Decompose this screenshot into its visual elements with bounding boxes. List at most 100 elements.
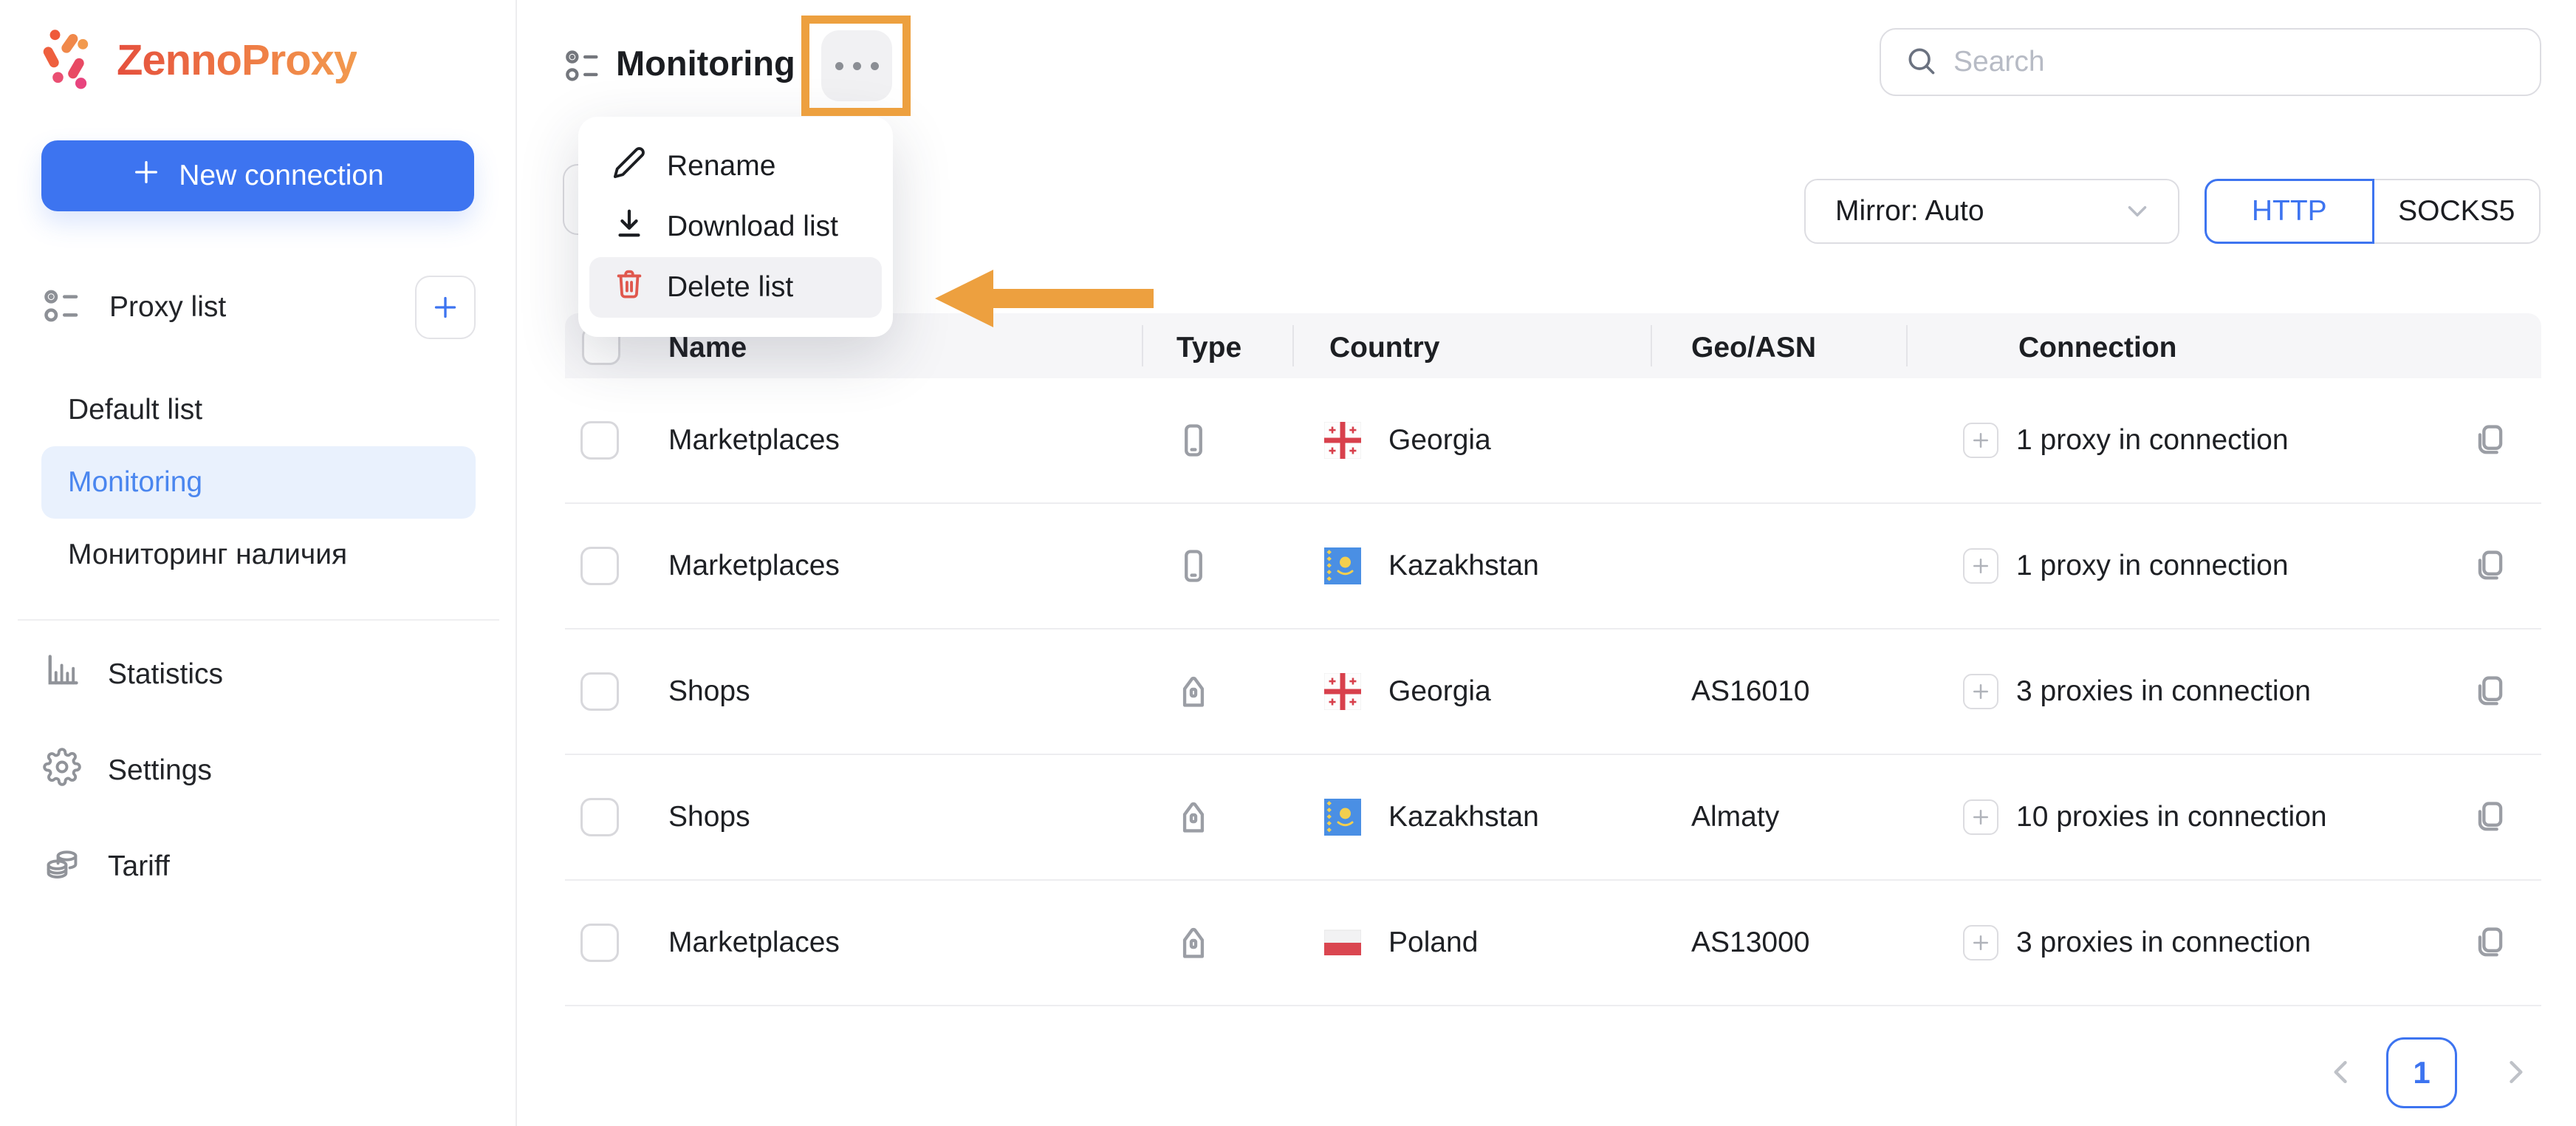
protocol-button[interactable]: SOCKS5 [2372, 179, 2541, 244]
brand-name: ZennoProxy [117, 36, 357, 84]
row-checkbox[interactable] [580, 547, 619, 585]
row-geo-asn: AS13000 [1691, 927, 1810, 958]
new-connection-button[interactable]: New connection [41, 140, 474, 211]
protocol-button[interactable]: HTTP [2205, 179, 2374, 244]
plus-icon [1973, 810, 1988, 825]
flag-georgia [1323, 421, 1362, 460]
download-icon [612, 206, 646, 248]
flag-kazakhstan [1324, 799, 1361, 836]
proxy-lists: Default list Monitoring Мониторинг налич… [41, 374, 476, 591]
row-checkbox[interactable] [580, 421, 619, 460]
row-geo-asn: AS16010 [1691, 675, 1810, 707]
row-name: Marketplaces [668, 424, 840, 456]
proxy-table: Name Type Country Geo/ASN Connection Mar… [565, 313, 2541, 1006]
annotation-arrow [929, 265, 1159, 336]
add-proxy-button[interactable] [1963, 548, 1998, 584]
copy-icon[interactable] [2471, 672, 2510, 711]
row-country: Kazakhstan [1388, 801, 1539, 833]
row-connection: 3 proxies in connection [2016, 927, 2311, 958]
sidebar-nav: Statistics Settings Tariff [43, 627, 476, 915]
sidebar-nav-item-label: Tariff [108, 850, 170, 882]
row-name: Marketplaces [668, 550, 840, 581]
sidebar-nav-item[interactable]: Settings [43, 723, 476, 819]
list-title-icon [564, 47, 603, 89]
column-divider [1292, 325, 1294, 366]
row-name: Shops [668, 675, 750, 707]
phone-icon [1174, 421, 1213, 460]
zennoproxy-app: ZennoProxy New connection Proxy list Def… [0, 0, 2576, 1126]
copy-icon[interactable] [2471, 924, 2510, 962]
menu-item-label: Rename [667, 150, 776, 182]
proxy-list-icon [43, 286, 83, 330]
table-row: Marketplaces [565, 378, 2541, 504]
sidebar-list-item[interactable]: Monitoring [41, 446, 476, 519]
plus-icon [1973, 433, 1988, 448]
sidebar-nav-item[interactable]: Statistics [43, 627, 476, 723]
row-country: Georgia [1388, 675, 1491, 707]
sidebar-nav-item[interactable]: Tariff [43, 819, 476, 915]
pagination-next-icon[interactable] [2499, 1056, 2532, 1092]
home-icon [1174, 798, 1213, 836]
search-input[interactable] [1953, 46, 2516, 78]
column-divider [1906, 325, 1908, 366]
column-header-geo-asn: Geo/ASN [1691, 332, 1817, 364]
add-proxy-button[interactable] [1963, 799, 1998, 835]
menu-item[interactable]: Delete list [589, 257, 882, 318]
sidebar-list-item[interactable]: Default list [41, 374, 476, 446]
column-header-connection: Connection [2018, 332, 2177, 364]
brand-logo: ZennoProxy [41, 27, 357, 94]
sidebar-nav-item-label: Statistics [108, 658, 224, 690]
row-connection: 1 proxy in connection [2016, 424, 2289, 456]
plus-icon [1973, 935, 1988, 950]
add-proxy-button[interactable] [1963, 674, 1998, 709]
sidebar: ZennoProxy New connection Proxy list Def… [0, 0, 517, 1126]
row-checkbox[interactable] [580, 924, 619, 962]
plus-icon [434, 296, 456, 318]
home-icon [1174, 924, 1213, 962]
plus-icon [1973, 684, 1988, 699]
add-proxy-button[interactable] [1963, 423, 1998, 458]
row-country: Georgia [1388, 424, 1491, 456]
flag-poland [1323, 924, 1362, 961]
row-name: Marketplaces [668, 927, 840, 958]
mirror-select[interactable]: Mirror: Auto [1804, 179, 2179, 244]
row-name: Shops [668, 801, 750, 833]
plus-icon [1973, 559, 1988, 573]
row-checkbox[interactable] [580, 672, 619, 711]
statistics-icon [43, 652, 81, 697]
search-box [1880, 28, 2541, 96]
sidebar-list-item[interactable]: Мониторинг наличия [41, 519, 476, 591]
sidebar-nav-item-label: Settings [108, 754, 212, 786]
row-country: Kazakhstan [1388, 550, 1539, 581]
protocol-button-label: SOCKS5 [2398, 195, 2515, 227]
add-proxy-button[interactable] [1963, 925, 1998, 960]
sidebar-list-item-label: Default list [68, 394, 203, 426]
table-body: Marketplaces Georgia 1 proxy in connecti… [565, 378, 2541, 1006]
plus-icon [131, 157, 161, 194]
column-divider [1651, 325, 1652, 366]
menu-item[interactable]: Download list [589, 197, 882, 257]
pagination-page-1[interactable]: 1 [2386, 1037, 2457, 1108]
settings-icon [43, 748, 81, 794]
page-title: Monitoring [616, 44, 795, 83]
protocol-toggle: HTTP SOCKS5 [2205, 179, 2541, 244]
copy-icon[interactable] [2471, 547, 2510, 585]
sidebar-divider [18, 619, 499, 621]
flag-kazakhstan [1324, 547, 1361, 584]
new-connection-label: New connection [179, 160, 384, 191]
add-list-button[interactable] [415, 276, 476, 339]
search-icon [1905, 44, 1937, 81]
flag-georgia [1323, 672, 1362, 711]
copy-icon[interactable] [2471, 421, 2510, 460]
row-connection: 10 proxies in connection [2016, 801, 2327, 833]
pagination-prev-icon[interactable] [2325, 1056, 2357, 1092]
copy-icon[interactable] [2471, 798, 2510, 836]
proxy-list-section: Proxy list [43, 275, 476, 340]
tariff-icon [43, 844, 81, 890]
home-icon [1174, 672, 1213, 711]
table-row: Marketplaces [565, 504, 2541, 629]
row-connection: 1 proxy in connection [2016, 550, 2289, 581]
row-checkbox[interactable] [580, 798, 619, 836]
menu-item-label: Download list [667, 211, 838, 242]
menu-item[interactable]: Rename [589, 136, 882, 197]
